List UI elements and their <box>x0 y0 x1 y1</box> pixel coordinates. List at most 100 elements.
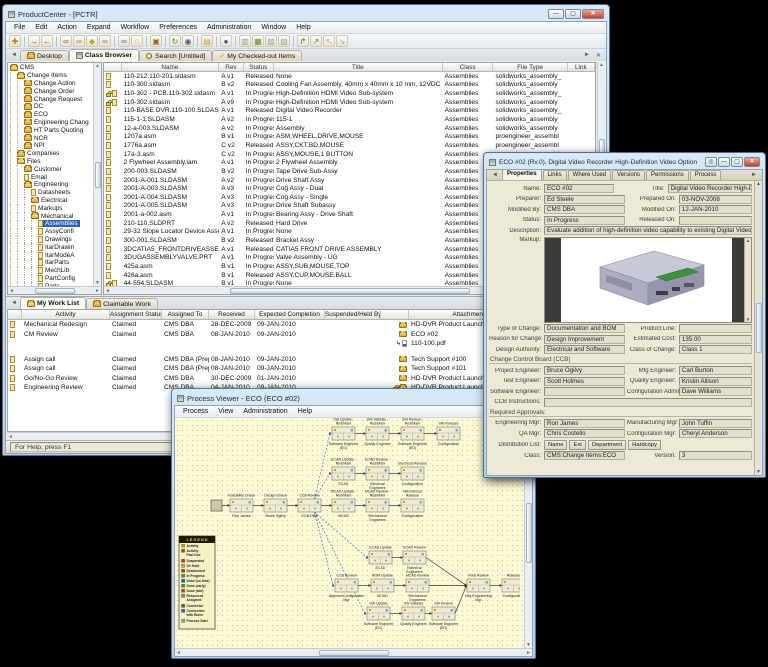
field-value[interactable]: Documentation and BOM <box>544 324 625 333</box>
eco-tab-links[interactable]: Links <box>543 170 567 180</box>
process-node-sw-validate[interactable]: SW ValidateQuality Engineer <box>400 602 427 627</box>
markup-scrollbar[interactable]: ▲▼ <box>744 238 751 322</box>
tab-claimable-work[interactable]: Claimable Work <box>86 298 158 309</box>
view-icon[interactable]: ◉ <box>182 35 194 47</box>
maximize-button[interactable]: ▢ <box>565 9 581 19</box>
column-header-class[interactable]: Class <box>443 63 494 71</box>
main-titlebar[interactable]: ProductCenter - [PCTR] — ▢ ✕ <box>5 7 607 21</box>
tree-item-files[interactable]: Files <box>10 158 93 166</box>
process-node-electrical-release[interactable]: Electrical ReleaseConfiguration <box>398 462 427 487</box>
process-node-sw-validate-red-mark[interactable]: SW Validate -Red/MarkQuality Engineer <box>364 418 391 446</box>
report-icon[interactable]: ▥ <box>239 35 251 47</box>
field-value[interactable]: Dave Williams <box>679 387 752 396</box>
worklist-header-assigned-to[interactable]: Assigned To <box>162 310 209 319</box>
tree-item-itarmodea[interactable]: ItarModeA <box>10 251 93 259</box>
field-value[interactable]: 135.00 <box>679 335 752 344</box>
tree-item-assemblies[interactable]: Assemblies <box>10 220 93 228</box>
process-node-sw-update[interactable]: SW UpdateSoftware Engineer(EG) <box>364 602 394 631</box>
field-value[interactable]: 12-JAN-2010 <box>679 205 752 214</box>
process-horizontal-scrollbar[interactable]: ◄► <box>175 648 532 656</box>
tree-item-companies[interactable]: Companies <box>10 150 93 158</box>
process-node-mcad-update-red-mark[interactable]: MCAD Update -Red/MarkMCAD <box>331 490 357 519</box>
process-canvas[interactable]: SW Update -Red/MarkSoftware Engineer(EG)… <box>175 418 524 648</box>
eco-tab-properties[interactable]: Properties <box>502 169 542 180</box>
field-value[interactable] <box>544 398 752 407</box>
menu-administration[interactable]: Administration <box>203 23 255 32</box>
tree-vertical-scrollbar[interactable]: ▲▼ <box>93 63 101 286</box>
tree-item-engineering-chang[interactable]: Engineering Chang <box>10 119 93 127</box>
tree-item-itardrawin[interactable]: ItarDrawin <box>10 243 93 251</box>
bundle-icon[interactable]: ◆ <box>86 35 98 47</box>
tab-scroll-left-icon[interactable]: ◄ <box>8 52 20 58</box>
process-start-node[interactable] <box>211 500 222 511</box>
distribution-hardcopy-button[interactable]: Hardcopy <box>628 440 661 450</box>
refresh-icon[interactable]: ↻ <box>169 35 181 47</box>
relations-icon[interactable]: ∞ <box>118 35 130 47</box>
eco-tab-process[interactable]: Process <box>690 170 722 180</box>
eco-tab-scroll-right-icon[interactable]: ► <box>748 172 760 178</box>
process-node-ccb-review[interactable]: CCB ReviewCCB-DBA <box>298 494 321 519</box>
field-value[interactable]: Bruce Ogilvy <box>544 366 625 375</box>
field-value[interactable]: Design Improvement <box>544 335 625 344</box>
tab-desktop[interactable]: Desktop <box>20 50 69 61</box>
process-node-ecad-review-red-mark[interactable]: ECAD Review -Red/MarkElectricalEngineers <box>365 458 391 491</box>
column-header-title[interactable]: Title <box>274 63 443 71</box>
table-row[interactable]: 110-302.sldasmA v9In ProgressHigh-Defini… <box>104 98 595 107</box>
table-row[interactable]: 110-302 - PCB.110-302.sldasmA v1In Progr… <box>104 89 595 98</box>
tree-item-email[interactable]: Email <box>10 173 93 181</box>
info-icon[interactable]: ● <box>220 35 232 47</box>
worklist-header-suspended-held-by[interactable]: Suspended/Held By <box>325 310 381 319</box>
workflow-route-icon[interactable]: ↗ <box>310 35 322 47</box>
table-row[interactable]: 110-300.sldasmB v2ReleasedCooling Fan As… <box>104 81 595 90</box>
eco-minimize-button[interactable]: — <box>718 157 730 167</box>
check-in-icon[interactable]: → <box>28 35 40 47</box>
tree-item-markups[interactable]: Markups <box>10 204 93 212</box>
process-node-bom-update[interactable]: BOM UpdateMCAD <box>371 574 394 599</box>
tree-item-change-action[interactable]: Change Action <box>10 80 93 88</box>
eco-tab-versions[interactable]: Versions <box>612 170 645 180</box>
menu-window[interactable]: Window <box>257 23 290 32</box>
eco-close-button[interactable]: ✕ <box>744 157 760 167</box>
field-value[interactable] <box>679 324 752 333</box>
worklist-header-received[interactable]: Received <box>209 310 255 319</box>
tree-item-itarparts[interactable]: ItarParts <box>10 259 93 267</box>
link-icon[interactable]: ∞ <box>60 35 72 47</box>
eco-tab-permissions[interactable]: Permissions <box>646 170 689 180</box>
menu-file[interactable]: File <box>10 23 29 32</box>
tree-item-drawings[interactable]: Drawings <box>10 236 93 244</box>
tree-item-assyconfi[interactable]: AssyConfi <box>10 228 93 236</box>
process-menu-process[interactable]: Process <box>179 407 212 416</box>
column-header-link[interactable]: Link <box>568 63 595 71</box>
process-node-ccb-review[interactable]: CCB ReviewApprove/ConfigurationMgr <box>329 574 365 603</box>
move-link-icon[interactable]: ∞ <box>99 35 111 47</box>
process-node-sw-release[interactable]: SW ReleaseConfiguration <box>437 422 460 447</box>
field-value[interactable] <box>679 216 752 225</box>
menu-workflow[interactable]: Workflow <box>117 23 154 32</box>
process-node-sw-review-red-mark[interactable]: SW Review -Red/MarkSoftware Engineer(EG) <box>398 418 428 450</box>
field-value[interactable]: Cheryl Anderson <box>679 429 752 438</box>
history-icon[interactable]: ▨ <box>278 35 290 47</box>
column-header-status[interactable]: Status <box>244 63 274 71</box>
field-value[interactable]: 3 <box>679 451 752 460</box>
tab-scroll-right-icon[interactable]: ► <box>581 52 593 58</box>
tree-horizontal-scrollbar[interactable]: ◄► <box>8 286 101 294</box>
worklist-scroll-left-icon[interactable]: ◄ <box>8 300 20 306</box>
workflow-start-icon[interactable]: ↱ <box>297 35 309 47</box>
worklist-header-expected-completion[interactable]: Expected Completion <box>255 310 325 319</box>
copy-icon[interactable]: ▧ <box>265 35 277 47</box>
note-icon[interactable]: ▤ <box>201 35 213 47</box>
table-row[interactable]: 115-1-1.SLDASMA v2In Progress115-1Assemb… <box>104 115 595 124</box>
broken-link-icon[interactable]: ◌ <box>131 35 143 47</box>
markup-viewer[interactable]: ▲▼ <box>544 237 752 323</box>
table-row[interactable]: 12-a-003.SLDASMA v2In ProgressAssemblyAs… <box>104 124 595 133</box>
tab-my-work-list[interactable]: My Work List <box>20 297 86 309</box>
minimize-button[interactable]: — <box>548 9 564 19</box>
menu-preferences[interactable]: Preferences <box>155 23 201 32</box>
worklist-header-activity[interactable]: Activity <box>22 310 110 319</box>
process-node-design-check[interactable]: Design CheckBruce Ogilvy <box>264 494 287 519</box>
process-node-feasibility-check[interactable]: Feasibility CheckRon James <box>228 494 255 519</box>
eco-tab-where-used[interactable]: Where Used <box>568 170 611 180</box>
column-header-name[interactable]: Name <box>122 63 220 71</box>
tree-item-mechanical[interactable]: Mechanical <box>10 212 93 220</box>
process-node-ecad-update[interactable]: ECAD UpdateECAD <box>369 546 392 571</box>
